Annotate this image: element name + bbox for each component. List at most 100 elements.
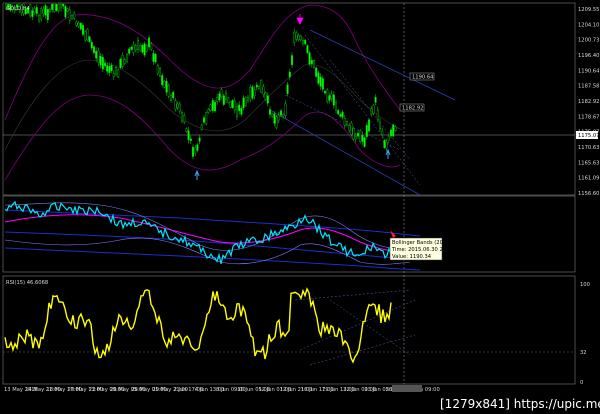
candle-body [152,53,155,62]
candle-body [273,113,276,124]
candle-body [291,55,294,66]
candle-body [231,100,234,108]
price-axis-label: 1165.63 [578,160,599,166]
candle-body [60,3,63,9]
candle-body [346,121,349,126]
candle-body [313,60,316,68]
candle-body [97,50,100,63]
rsi-line [4,287,392,364]
tooltip-line-1: Bollinger Bands (200) [392,240,448,246]
candle-body [394,126,397,131]
candle-body [64,6,67,18]
indicator-tooltip: Bollinger Bands (200) Time: 2015.06.30 2… [389,237,454,261]
candle-body [103,62,106,67]
candle-body [354,136,357,140]
candle-body [202,117,205,123]
candle-body [392,124,395,137]
mid-magenta-ma [4,214,411,253]
price-axis-label: 1190.64 [578,68,600,74]
candle-body [330,93,333,99]
candle-body [117,69,120,78]
candle-body [55,3,58,11]
candle-body [66,8,69,12]
candle-body [161,75,164,86]
candle-body [165,80,168,93]
candle-body [139,45,142,51]
mid-channel-blue-1 [4,209,421,237]
candle-body [368,119,371,132]
candle-body [293,32,296,43]
candle-body [352,128,355,140]
price-label-1190: 1190.64 [412,75,434,81]
candle-body [218,93,221,101]
candle-body [70,15,73,19]
candle-body [211,100,214,111]
candle-body [337,110,340,115]
candle-body [286,84,289,94]
candle-body [108,65,111,73]
candle-body [335,102,338,111]
candle-body [49,9,52,12]
candle-body [365,125,368,137]
candle-body [121,55,124,67]
candle-body [84,31,87,41]
candle-body [75,21,78,26]
candle-body [196,144,199,151]
candle-body [150,43,153,50]
candle-body [299,35,302,41]
chart-canvas[interactable]: 1209.55 1204.10 1200.73 1196.40 1190.64 1187.… [0,0,600,414]
candle-body [53,3,56,12]
candle-body [77,22,80,27]
candle-body [92,46,95,54]
candle-body [163,81,166,88]
candle-body [361,135,364,142]
candle-body [372,105,375,114]
candle-body [205,112,208,125]
candle-body [341,111,344,118]
candle-body [185,128,188,132]
candle-body [207,109,210,113]
candle-body [348,125,351,131]
rsi-level-low: 32 [580,350,587,356]
candle-body [178,103,181,112]
candle-body [387,135,390,141]
price-axis-label: 1170.63 [578,145,599,151]
candle-body [282,114,285,117]
candle-body [216,96,219,102]
candle-body [343,117,346,126]
candle-body [62,3,65,7]
candle-body [125,54,128,63]
candle-body [310,59,313,64]
bollinger-upper [4,4,401,121]
price-axis-label: 1182.92 [578,99,599,105]
candle-body [68,9,71,21]
candle-body [284,103,287,116]
rsi-channel-2 [299,299,416,351]
candle-body [374,97,377,103]
channel-diag-2 [329,59,411,161]
time-axis-highlight [392,385,422,392]
candle-body [194,147,197,154]
price-axis-label: 1156.60 [578,191,599,197]
candle-body [297,35,300,40]
price-axis-label: 1196.40 [578,53,599,59]
candle-body [264,92,267,100]
candle-body [271,113,274,117]
candle-body [260,79,263,93]
candle-body [183,114,186,123]
candle-body [255,84,258,88]
candle-body [147,37,150,48]
price-axis-label: 1209.55 [578,7,599,13]
candle-body [44,5,47,16]
candle-body [275,116,278,128]
chart-window[interactable]: 1209.55 1204.10 1200.73 1196.40 1190.64 1187.… [0,0,600,414]
rsi-level-bottom: 0 [580,380,583,386]
main-panel-frame [2,2,576,196]
candle-body [385,141,388,149]
price-label-1182: 1182.92 [402,106,423,112]
candle-body [246,97,249,101]
candle-body [31,10,34,17]
candle-body [106,65,109,72]
candle-body [222,95,225,105]
candlestick-series [4,3,397,160]
